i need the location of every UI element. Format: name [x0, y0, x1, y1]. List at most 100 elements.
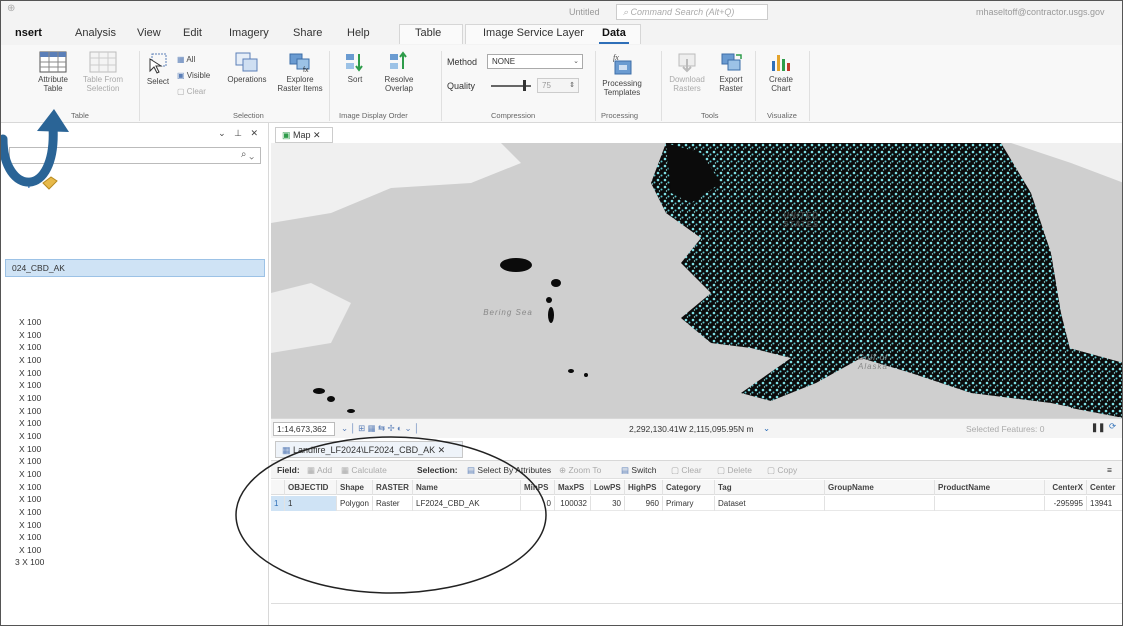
cell-groupname[interactable]	[825, 496, 935, 511]
document-title: Untitled	[569, 7, 600, 17]
tab-insert[interactable]: nsert	[15, 27, 42, 39]
column-header-raster[interactable]: RASTER	[373, 480, 413, 495]
separator	[329, 51, 330, 121]
table-row[interactable]: 1 1 Polygon Raster LF2024_CBD_AK 0 10003…	[271, 496, 1122, 511]
export-raster-button[interactable]: Export Raster	[713, 51, 749, 93]
column-header-lowps[interactable]: LowPS	[591, 480, 625, 495]
add-field-button[interactable]: ▦ Add	[307, 465, 332, 476]
resolve-overlap-button[interactable]: Resolve Overlap	[375, 51, 423, 93]
method-dropdown[interactable]: NONE ⌄	[487, 54, 583, 69]
pane-controls[interactable]: ⌄ ⊥ ✕	[218, 128, 261, 139]
sort-button[interactable]: Sort	[335, 51, 375, 84]
export-raster-label: Export Raster	[719, 75, 743, 93]
column-header-productname[interactable]: ProductName	[935, 480, 1045, 495]
cell-centerx[interactable]: -295995	[1045, 496, 1087, 511]
quality-label: Quality	[447, 81, 476, 91]
layer-item-lf2024-cbd-ak[interactable]: 024_CBD_AK	[5, 259, 265, 277]
user-account[interactable]: mhaseltoff@contractor.usgs.gov	[976, 7, 1105, 17]
contents-search-input[interactable]: ⌕ ⌄	[9, 147, 261, 164]
column-header-highps[interactable]: HighPS	[625, 480, 663, 495]
delete-button[interactable]: ▢ Delete	[717, 465, 752, 476]
tab-image-service-layer[interactable]: Image Service Layer	[483, 27, 584, 39]
cell-name[interactable]: LF2024_CBD_AK	[413, 496, 521, 511]
select-button[interactable]: Select	[143, 51, 173, 86]
cell-raster[interactable]: Raster	[373, 496, 413, 511]
cell-category[interactable]: Primary	[663, 496, 715, 511]
tab-imagery[interactable]: Imagery	[229, 27, 269, 39]
tab-data[interactable]: Data	[602, 27, 626, 39]
explore-raster-items-button[interactable]: fx Explore Raster Items	[277, 51, 323, 93]
map-canvas[interactable]: UNITED STATES Bering Sea Gulf of Alaska	[271, 143, 1122, 418]
column-header-centery[interactable]: Center	[1087, 480, 1122, 495]
map-label-bering-sea: Bering Sea	[483, 308, 533, 317]
separator	[139, 51, 140, 121]
attribute-table-button[interactable]: Attribute Table	[33, 51, 73, 93]
pause-icon[interactable]: ❚❚	[1091, 422, 1105, 433]
tab-edit[interactable]: Edit	[183, 27, 202, 39]
clear-selection-table-button[interactable]: ▢ Clear	[671, 465, 702, 476]
cell-centery[interactable]: 13941	[1087, 496, 1122, 511]
column-header-maxps[interactable]: MaxPS	[555, 480, 591, 495]
ribbon: Attribute Table Table From Selection Tab…	[1, 45, 1122, 123]
row-number[interactable]: 1	[271, 496, 285, 511]
column-header-groupname[interactable]: GroupName	[825, 480, 935, 495]
operations-button[interactable]: Operations	[223, 51, 271, 84]
switch-selection-button[interactable]: ▤ Switch	[621, 465, 656, 476]
tab-help[interactable]: Help	[347, 27, 370, 39]
table-menu-icon[interactable]: ≡	[1107, 465, 1112, 475]
quality-spinner[interactable]: 75 ⇕	[537, 78, 579, 93]
quality-slider-thumb[interactable]	[523, 80, 526, 91]
select-by-attributes-button[interactable]: ▤ Select By Attributes	[467, 465, 551, 476]
list-item: X 100	[19, 392, 42, 403]
zoom-to-button[interactable]: ⊕ Zoom To	[559, 465, 601, 476]
map-label-state: UNITED STATES	[782, 211, 820, 229]
create-chart-button[interactable]: Create Chart	[761, 51, 801, 93]
column-header-shape[interactable]: Shape	[337, 480, 373, 495]
download-rasters-button[interactable]: Download Rasters	[667, 51, 707, 93]
cell-maxps[interactable]: 100032	[555, 496, 591, 511]
cell-lowps[interactable]: 30	[591, 496, 625, 511]
close-icon[interactable]: ✕	[311, 130, 321, 140]
coordinate-dropdown-icon[interactable]: ⌄	[763, 423, 770, 434]
tab-analysis[interactable]: Analysis	[75, 27, 116, 39]
cell-highps[interactable]: 960	[625, 496, 663, 511]
tab-map[interactable]: ▣ Map ✕	[275, 127, 333, 143]
column-header-tag[interactable]: Tag	[715, 480, 825, 495]
select-icon	[149, 53, 167, 74]
command-search-input[interactable]: ⌕ Command Search (Alt+Q)	[616, 4, 768, 20]
processing-templates-button[interactable]: fx Processing Templates	[599, 51, 645, 97]
scale-value: 1:14,673,362	[277, 424, 327, 434]
refresh-icon[interactable]: ⟳	[1109, 421, 1116, 432]
list-item: X 100	[19, 468, 42, 479]
tab-share[interactable]: Share	[293, 27, 322, 39]
copy-button[interactable]: ▢ Copy	[767, 465, 797, 476]
table-from-selection-button[interactable]: Table From Selection	[79, 51, 127, 93]
select-visible-button[interactable]: ▣ Visible	[177, 71, 210, 80]
tab-attribute-table[interactable]: ▦ Landfire_LF2024\LF2024_CBD_AK ✕	[275, 441, 463, 458]
cell-minps[interactable]: 0	[521, 496, 555, 511]
list-item: 3 X 100	[15, 557, 45, 568]
column-header-minps[interactable]: MinPS	[521, 480, 555, 495]
column-header-name[interactable]: Name	[413, 480, 521, 495]
status-toolbar-icons[interactable]: ⌄ │ ⊞ ▦ ⇆ ✢ ◐ ⌄ │	[341, 423, 419, 434]
attribute-table-label: Attribute Table	[38, 75, 68, 93]
scale-dropdown[interactable]: 1:14,673,362	[273, 422, 335, 436]
add-layer-icons[interactable]: +	[23, 175, 67, 193]
calculate-field-button[interactable]: ▦ Calculate	[341, 465, 387, 476]
tab-view[interactable]: View	[137, 27, 161, 39]
quick-access-icon[interactable]: ⊕	[7, 3, 15, 14]
column-header-objectid[interactable]: OBJECTID	[285, 480, 337, 495]
tab-table[interactable]: Table	[415, 27, 441, 39]
selected-features-count[interactable]: Selected Features: 0	[966, 424, 1044, 434]
clear-selection-button[interactable]: ▢ Clear	[177, 87, 206, 96]
list-item: X 100	[19, 354, 42, 365]
column-header-centerx[interactable]: CenterX	[1045, 480, 1087, 495]
column-header-category[interactable]: Category	[663, 480, 715, 495]
cell-shape[interactable]: Polygon	[337, 496, 373, 511]
alaska-raster-map	[271, 143, 1122, 418]
close-icon[interactable]: ✕	[435, 445, 446, 455]
cell-tag[interactable]: Dataset	[715, 496, 825, 511]
cell-objectid[interactable]: 1	[285, 496, 337, 511]
cell-productname[interactable]	[935, 496, 1045, 511]
select-all-button[interactable]: ▦ All	[177, 55, 195, 64]
